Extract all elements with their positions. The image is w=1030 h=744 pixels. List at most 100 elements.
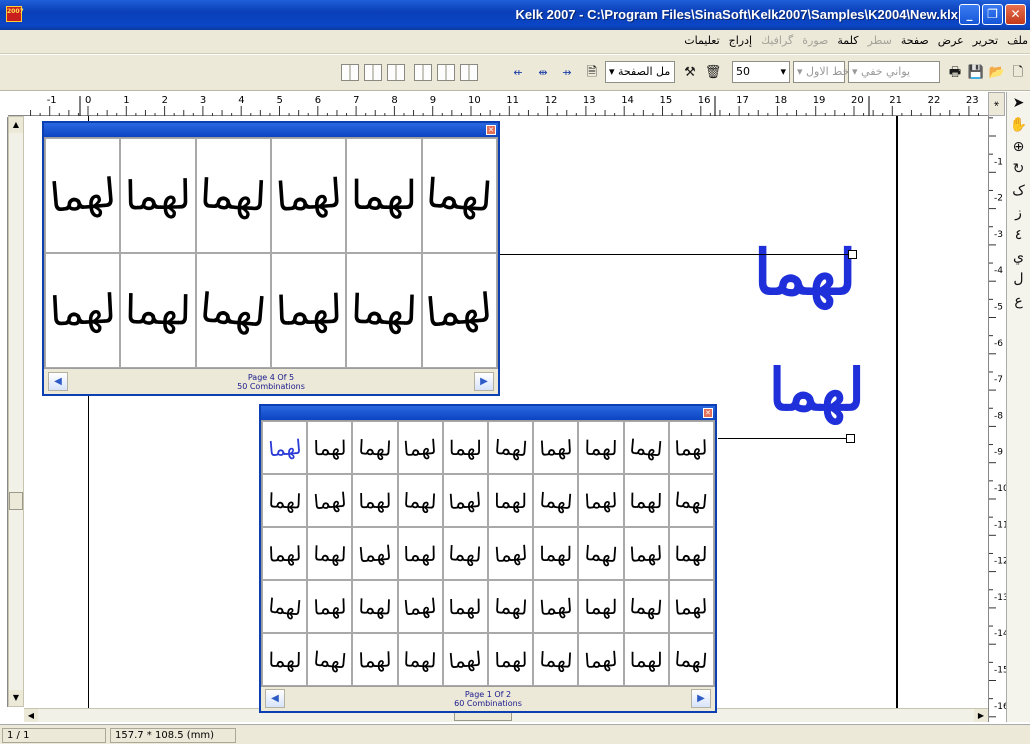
combination-cell[interactable]: لهما (346, 138, 422, 253)
maximize-button[interactable]: ❐ (982, 4, 1003, 25)
layout-grid-icon[interactable] (460, 64, 478, 81)
minimize-button[interactable]: _ (959, 4, 980, 25)
letter-tool-icon[interactable]: ز (1007, 202, 1030, 224)
combination-cell[interactable]: لهما (195, 138, 271, 253)
letter-tool-icon[interactable]: ي (1007, 246, 1030, 268)
combination-cell[interactable]: لهما (262, 474, 308, 527)
previous-page-arrow[interactable]: ◀ (48, 372, 68, 391)
align-center-icon[interactable]: ⇹ (533, 63, 553, 83)
zoom-select[interactable]: 50 ▾ (732, 61, 790, 83)
letter-tool-icon[interactable]: ل (1007, 268, 1030, 290)
combination-cell[interactable]: لهما (45, 138, 121, 253)
combination-cell[interactable]: لهما (397, 527, 443, 580)
pointer-icon[interactable]: ➤ (1007, 92, 1030, 114)
combination-cell[interactable]: لهما (397, 421, 443, 474)
combination-cell[interactable]: لهما (578, 633, 624, 686)
combination-cell[interactable]: لهما (120, 253, 196, 368)
menu-item[interactable]: صفحة (901, 34, 929, 47)
combination-cell[interactable]: لهما (623, 421, 669, 474)
line-style-select[interactable]: ▾ خط الاول (793, 61, 849, 83)
resize-handle[interactable] (846, 434, 855, 443)
combination-cell[interactable]: لهما (578, 527, 624, 580)
combination-cell[interactable]: لهما (623, 633, 669, 686)
combination-cell[interactable]: لهما (397, 580, 443, 633)
combination-grid[interactable]: لهما لهما لهما لهما لهما لهما لهما لهما لهما لهما… (44, 137, 498, 369)
new-file-icon[interactable]: 🗋 (1008, 63, 1028, 83)
combination-cell[interactable]: لهما (195, 253, 271, 368)
combination-cell[interactable]: لهما (533, 527, 579, 580)
scroll-up-arrow[interactable]: ▲ (9, 117, 23, 133)
combination-cell[interactable]: لهما (346, 253, 422, 368)
combination-cell[interactable]: لهما (533, 421, 579, 474)
calligraphy-word[interactable]: لهما (769, 356, 865, 424)
combination-cell[interactable]: لهما (120, 138, 196, 253)
combination-cell[interactable]: لهما (578, 580, 624, 633)
scroll-right-arrow[interactable]: ▶ (974, 709, 988, 722)
combination-cell[interactable]: لهما (262, 633, 308, 686)
layout-grid-icon[interactable] (364, 64, 382, 81)
page-icon[interactable]: 🗎 (582, 63, 602, 83)
combinations-popup[interactable]: ✕ لهما لهما لهما لهما لهما لهما لهما لهما لهما له… (259, 404, 717, 713)
menu-item[interactable]: ملف (1007, 34, 1028, 47)
combination-cell[interactable]: لهما (397, 633, 443, 686)
page-fit-select[interactable]: ▾ مل الصفحة (605, 61, 675, 83)
combination-cell[interactable]: لهما (442, 580, 488, 633)
menu-item[interactable]: تعليمات (684, 34, 719, 47)
menu-item[interactable]: سطر (868, 34, 892, 47)
hand-icon[interactable]: ✋ (1007, 114, 1030, 136)
combination-cell[interactable]: لهما (488, 474, 534, 527)
previous-page-arrow[interactable]: ◀ (265, 689, 285, 708)
combination-cell[interactable]: لهما (668, 474, 714, 527)
combination-cell[interactable]: لهما (262, 580, 308, 633)
combinations-popup[interactable]: ✕ لهما لهما لهما لهما لهما لهما لهما لهما لهما له… (42, 121, 500, 396)
ruler-settings-icon[interactable]: ⚹ (988, 92, 1005, 116)
combination-cell[interactable]: لهما (488, 527, 534, 580)
next-page-arrow[interactable]: ▶ (691, 689, 711, 708)
combination-cell[interactable]: لهما (307, 474, 353, 527)
combination-cell[interactable]: لهما (488, 421, 534, 474)
scroll-thumb[interactable] (9, 492, 23, 510)
zoom-icon[interactable]: ⊕ (1007, 136, 1030, 158)
layout-grid-icon[interactable] (341, 64, 359, 81)
combination-cell[interactable]: لهما (307, 633, 353, 686)
combination-cell[interactable]: لهما (623, 580, 669, 633)
app-icon[interactable]: 2007 (6, 6, 24, 22)
menu-item[interactable]: گرافيك (761, 34, 793, 47)
trash-icon[interactable]: 🗑 (703, 63, 723, 83)
combination-cell[interactable]: لهما (578, 474, 624, 527)
combination-cell[interactable]: لهما (307, 421, 353, 474)
tools-icon[interactable]: ⚒ (680, 63, 700, 83)
vertical-scrollbar[interactable]: ▲ ▼ (8, 116, 24, 707)
letter-tool-icon[interactable]: ٤ (1007, 224, 1030, 246)
menu-item[interactable]: تحرير (973, 34, 998, 47)
combination-cell[interactable]: لهما (533, 580, 579, 633)
letter-tool-icon[interactable]: ک (1007, 180, 1030, 202)
layout-grid-icon[interactable] (414, 64, 432, 81)
combination-cell[interactable]: لهما (307, 527, 353, 580)
combination-cell[interactable]: لهما (488, 633, 534, 686)
combination-cell[interactable]: لهما (533, 474, 579, 527)
combination-cell[interactable]: لهما (578, 421, 624, 474)
save-icon[interactable]: 💾 (966, 63, 986, 83)
print-icon[interactable]: 🖶 (945, 63, 965, 83)
combination-cell[interactable]: لهما (668, 421, 714, 474)
popup-titlebar[interactable] (261, 406, 715, 420)
combination-cell[interactable]: لهما (352, 527, 398, 580)
menu-item[interactable]: عرض (938, 34, 964, 47)
close-button[interactable]: ✕ (1005, 4, 1026, 25)
combination-cell[interactable]: لهما (442, 421, 488, 474)
combination-cell[interactable]: لهما (623, 474, 669, 527)
calligraphy-word[interactable]: لهما (754, 236, 856, 309)
combination-cell[interactable]: لهما (352, 474, 398, 527)
menu-item[interactable]: إدراج (729, 34, 752, 47)
resize-handle[interactable] (848, 250, 857, 259)
font-select[interactable]: ▾ يواني خفي (848, 61, 940, 83)
combination-cell[interactable]: لهما (442, 633, 488, 686)
combination-cell[interactable]: لهما (262, 527, 308, 580)
combination-cell[interactable]: لهما (668, 527, 714, 580)
open-folder-icon[interactable]: 📂 (987, 63, 1007, 83)
combination-cell[interactable]: لهما (352, 421, 398, 474)
combination-cell[interactable]: لهما (45, 253, 121, 368)
scroll-down-arrow[interactable]: ▼ (9, 690, 23, 706)
align-right-icon[interactable]: ⇸ (557, 63, 577, 83)
